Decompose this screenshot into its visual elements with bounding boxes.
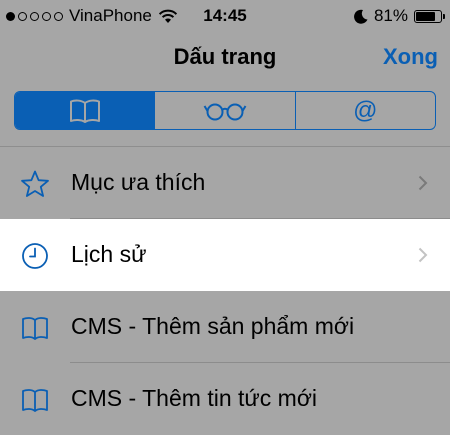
done-button[interactable]: Xong [383, 44, 438, 70]
list-item-label: Mục ưa thích [71, 169, 206, 195]
status-bar: VinaPhone 14:45 81% [0, 0, 450, 32]
status-right: 81% [354, 6, 445, 26]
tab-bookmarks[interactable] [15, 92, 155, 129]
book-icon [22, 317, 48, 340]
bookmarks-segmented-control: @ [14, 91, 436, 130]
list-item-label: CMS - Thêm tin tức mới [71, 385, 318, 411]
list-item-label: CMS - Thêm sản phẩm mới [71, 313, 355, 339]
list-item-history[interactable]: Lịch sử [0, 219, 450, 291]
reading-glasses-icon [203, 103, 247, 120]
battery-percent: 81% [373, 6, 408, 25]
list-item-bookmark[interactable]: CMS - Thêm tin tức mới [0, 363, 450, 435]
chevron-right-icon [418, 247, 428, 263]
star-icon [21, 170, 49, 197]
battery-level [416, 11, 435, 21]
clock-icon [22, 243, 48, 269]
book-icon [22, 389, 48, 412]
list-item-label: Lịch sử [71, 241, 147, 267]
list-item-favorites[interactable]: Mục ưa thích [0, 147, 450, 219]
at-sign-icon: @ [353, 96, 378, 124]
book-icon [69, 99, 100, 123]
list-item-bookmark[interactable]: CMS - Thêm sản phẩm mới [0, 291, 450, 363]
bookmarks-list: Mục ưa thích Lịch sử CMS - Thêm sản phẩm… [0, 147, 450, 435]
moon-icon [354, 9, 368, 24]
chevron-right-icon [418, 175, 428, 191]
tab-reading-list[interactable] [154, 92, 294, 129]
tab-shared-links[interactable]: @ [294, 92, 435, 129]
battery-icon [414, 9, 445, 23]
